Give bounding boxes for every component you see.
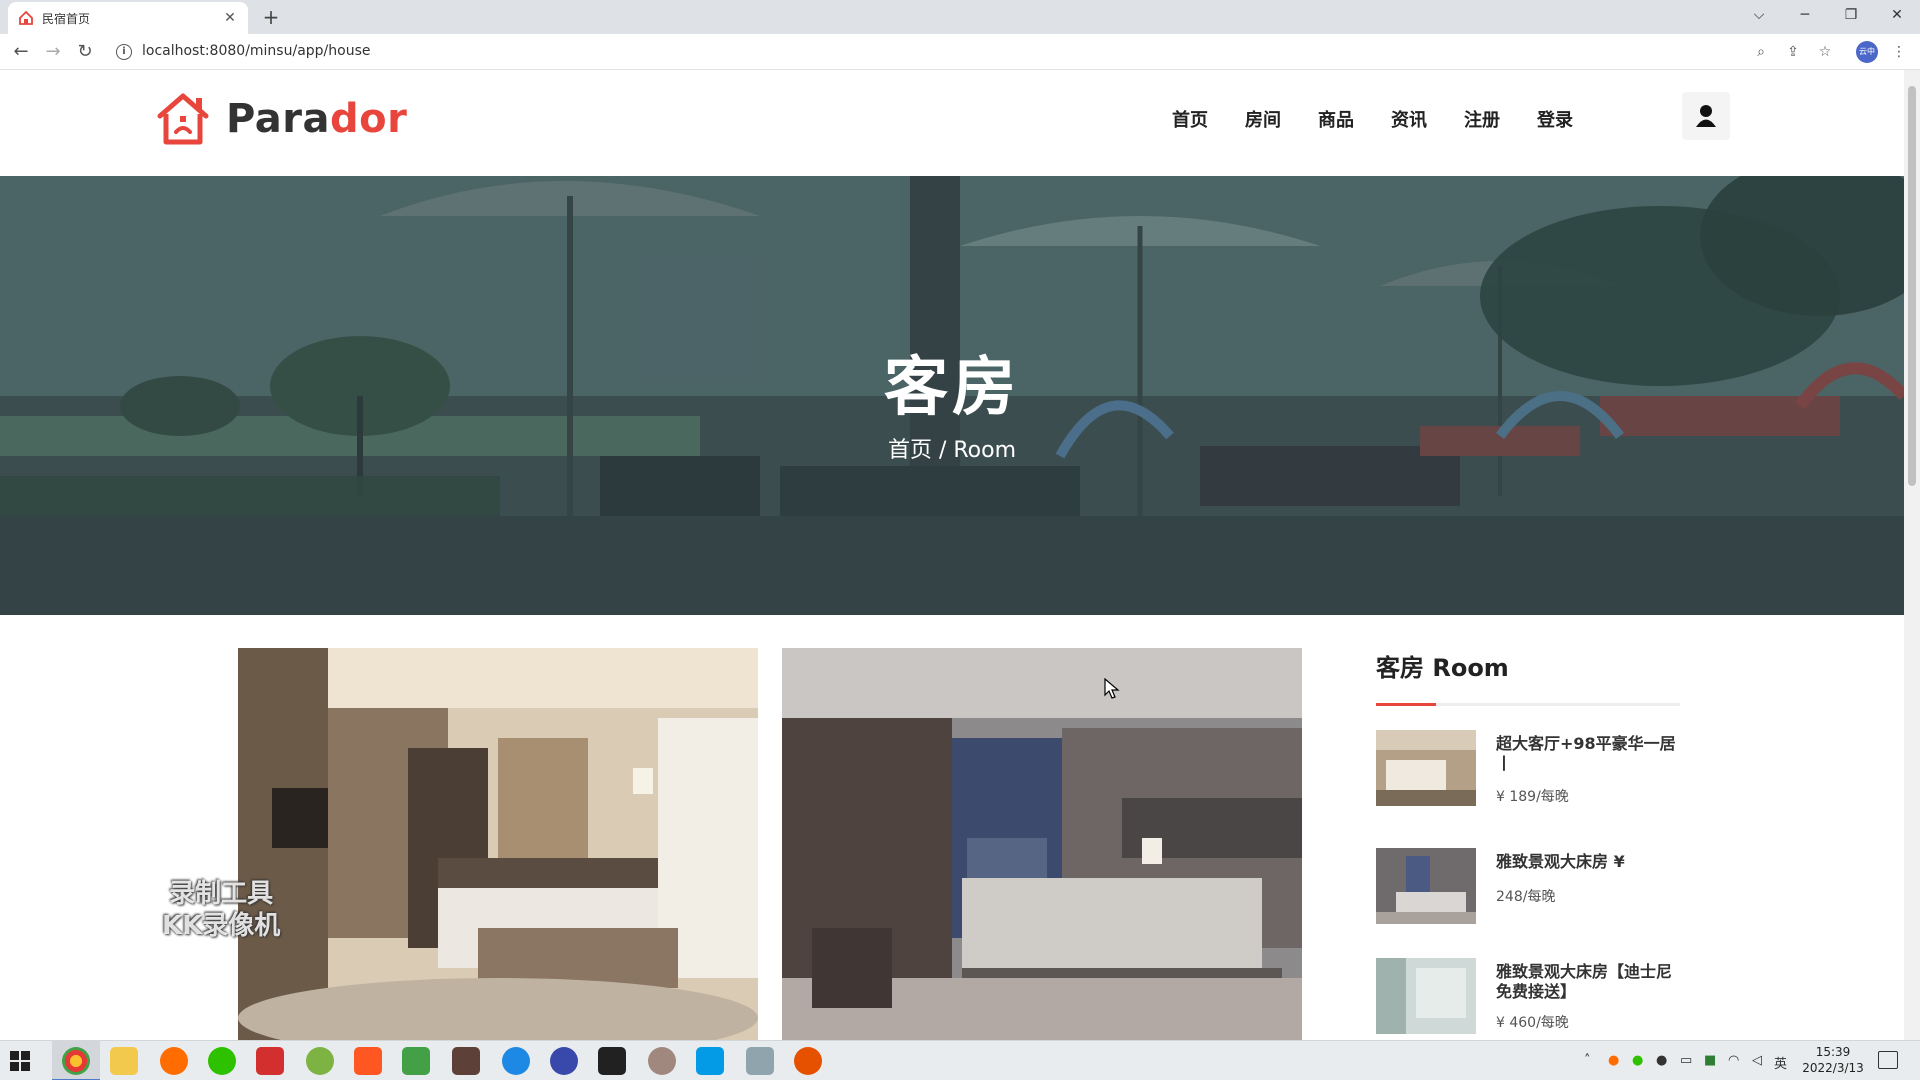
room-thumbnail bbox=[1376, 848, 1476, 924]
url-input[interactable]: localhost:8080/minsu/app/house bbox=[142, 43, 370, 59]
nav-rooms[interactable]: 房间 bbox=[1245, 106, 1281, 132]
user-icon bbox=[1696, 105, 1716, 127]
share-icon[interactable]: ⇪ bbox=[1782, 41, 1804, 63]
blue-app-icon[interactable] bbox=[550, 1047, 578, 1075]
windows-taskbar: ˄ ● ● ● ▭ ■ ◠ ◁ 英 15:39 2022/3/13 bbox=[0, 1040, 1920, 1080]
wechat-icon[interactable] bbox=[208, 1047, 236, 1075]
site-header: Parador 首页 房间 商品 资讯 注册 登录 bbox=[0, 70, 1904, 176]
reload-icon[interactable]: ↻ bbox=[72, 40, 98, 64]
clock-date: 2022/3/13 bbox=[1802, 1061, 1864, 1075]
monitor-app-icon[interactable] bbox=[746, 1047, 774, 1075]
recording-watermark: 录制工具 KK录像机 bbox=[162, 879, 281, 941]
tab-close-icon[interactable]: ✕ bbox=[222, 10, 238, 26]
user-account-button[interactable] bbox=[1682, 92, 1730, 140]
game-app-icon[interactable] bbox=[452, 1047, 480, 1075]
room-thumbnail bbox=[1376, 958, 1476, 1034]
browser-menu-icon[interactable]: ⋮ bbox=[1888, 41, 1910, 63]
room-card-image[interactable] bbox=[782, 648, 1302, 1040]
tab-search-icon[interactable]: ⌵ bbox=[1736, 0, 1782, 30]
clock-time: 15:39 bbox=[1815, 1045, 1851, 1059]
system-clock[interactable]: 15:39 2022/3/13 bbox=[1798, 1044, 1868, 1076]
room-sidebar: 客房 Room 超大客厅+98平豪华一居丨 ¥ 189/每晚 雅致景观大床房 ¥… bbox=[1376, 648, 1680, 1034]
close-window-button[interactable]: ✕ bbox=[1874, 0, 1920, 30]
notepad-app-icon[interactable] bbox=[402, 1047, 430, 1075]
tray-battery-icon[interactable]: ▭ bbox=[1680, 1053, 1692, 1068]
sidebar-title-divider bbox=[1376, 703, 1680, 706]
profile-avatar[interactable]: 云中 bbox=[1856, 41, 1878, 63]
tab-title: 民宿首页 bbox=[42, 11, 91, 26]
chrome-app-icon[interactable] bbox=[62, 1047, 90, 1075]
browser-app-icon[interactable] bbox=[502, 1047, 530, 1075]
room-photo-1 bbox=[238, 648, 758, 1040]
logo-text: Parador bbox=[226, 96, 408, 142]
ime-indicator[interactable]: 英 bbox=[1774, 1053, 1787, 1072]
recorder-app-icon[interactable] bbox=[794, 1047, 822, 1075]
avatar-app-icon[interactable] bbox=[648, 1047, 676, 1075]
green-app-icon[interactable] bbox=[306, 1047, 334, 1075]
scrollbar-thumb[interactable] bbox=[1908, 86, 1916, 486]
minimize-button[interactable]: ─ bbox=[1782, 0, 1828, 30]
store-app-icon[interactable] bbox=[696, 1047, 724, 1075]
restore-button[interactable]: ❐ bbox=[1828, 0, 1874, 30]
tray-qq-icon[interactable]: ● bbox=[1656, 1053, 1667, 1068]
nav-news[interactable]: 资讯 bbox=[1391, 106, 1427, 132]
breadcrumb-separator: / bbox=[931, 438, 954, 463]
page-title: 客房 bbox=[884, 351, 1020, 425]
sidebar-room-item[interactable]: 超大客厅+98平豪华一居丨 ¥ 189/每晚 bbox=[1376, 730, 1680, 808]
sidebar-room-name[interactable]: 雅致景观大床房 ¥ bbox=[1496, 852, 1676, 872]
sidebar-room-item[interactable]: 雅致景观大床房 ¥ 248/每晚 bbox=[1376, 848, 1680, 926]
terminal-app-icon[interactable] bbox=[598, 1047, 626, 1075]
tray-expand-icon[interactable]: ˄ bbox=[1584, 1053, 1591, 1068]
sidebar-room-price: ¥ 189/每晚 bbox=[1496, 789, 1569, 805]
sidebar-title: 客房 Room bbox=[1376, 654, 1509, 682]
search-app-icon[interactable] bbox=[160, 1047, 188, 1075]
tray-wechat-icon[interactable]: ● bbox=[1632, 1053, 1643, 1068]
house-logo-icon bbox=[157, 93, 209, 145]
nav-home[interactable]: 首页 bbox=[1172, 106, 1208, 132]
main-nav: 首页 房间 商品 资讯 注册 登录 bbox=[1172, 106, 1610, 132]
orange-app-icon[interactable] bbox=[354, 1047, 382, 1075]
browser-tab-bar: 民宿首页 ✕ + ⌵ ─ ❐ ✕ bbox=[0, 0, 1920, 34]
breadcrumb-current: Room bbox=[953, 438, 1017, 463]
house-favicon-icon bbox=[19, 10, 33, 25]
wifi-icon[interactable]: ◠ bbox=[1728, 1053, 1739, 1068]
sidebar-room-price: 248/每晚 bbox=[1496, 889, 1556, 905]
site-logo[interactable]: Parador bbox=[154, 92, 407, 146]
nav-goods[interactable]: 商品 bbox=[1318, 106, 1354, 132]
wps-icon[interactable] bbox=[256, 1047, 284, 1075]
zoom-icon[interactable]: ⌕ bbox=[1750, 41, 1772, 63]
volume-icon[interactable]: ◁ bbox=[1752, 1053, 1762, 1068]
nav-login[interactable]: 登录 bbox=[1537, 106, 1573, 132]
room-card-image[interactable] bbox=[238, 648, 758, 1040]
room-thumbnail bbox=[1376, 730, 1476, 806]
new-tab-button[interactable]: + bbox=[258, 4, 284, 30]
forward-arrow-icon[interactable]: → bbox=[40, 40, 66, 64]
mouse-cursor-icon bbox=[1104, 678, 1120, 699]
browser-tab[interactable]: 民宿首页 ✕ bbox=[8, 2, 248, 34]
address-bar-row: ← → ↻ i localhost:8080/minsu/app/house ⌕… bbox=[0, 34, 1920, 70]
back-arrow-icon[interactable]: ← bbox=[8, 40, 34, 64]
sidebar-room-name[interactable]: 超大客厅+98平豪华一居丨 bbox=[1496, 734, 1676, 774]
notification-center-icon[interactable] bbox=[1878, 1051, 1898, 1069]
nav-register[interactable]: 注册 bbox=[1464, 106, 1500, 132]
breadcrumb-home[interactable]: 首页 bbox=[888, 438, 932, 463]
sidebar-room-item[interactable]: 雅致景观大床房【迪士尼免费接送】 ¥ 460/每晚 bbox=[1376, 958, 1680, 1036]
file-explorer-icon[interactable] bbox=[110, 1047, 138, 1075]
tray-green-icon[interactable]: ■ bbox=[1704, 1053, 1716, 1068]
sidebar-room-name[interactable]: 雅致景观大床房【迪士尼免费接送】 bbox=[1496, 962, 1676, 1002]
breadcrumb: 首页 / Room bbox=[0, 432, 1904, 464]
tray-search-icon[interactable]: ● bbox=[1608, 1053, 1619, 1068]
sidebar-room-price: ¥ 460/每晚 bbox=[1496, 1015, 1569, 1031]
windows-start-icon[interactable] bbox=[10, 1051, 30, 1071]
site-info-icon[interactable]: i bbox=[116, 44, 132, 60]
room-photo-2 bbox=[782, 648, 1302, 1040]
hero-banner: 客房 首页 / Room bbox=[0, 176, 1904, 615]
bookmark-star-icon[interactable]: ☆ bbox=[1814, 41, 1836, 63]
page-scrollbar[interactable] bbox=[1904, 70, 1920, 1040]
